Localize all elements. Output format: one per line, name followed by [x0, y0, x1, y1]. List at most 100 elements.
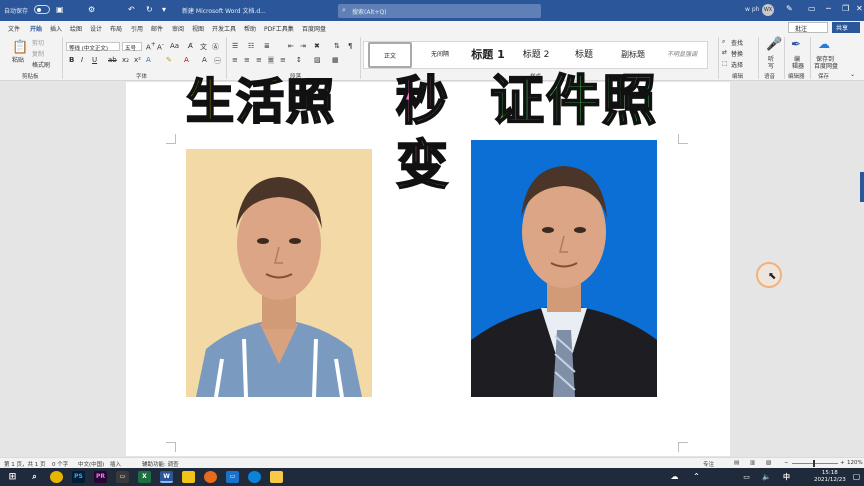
cloud-save-icon[interactable]: ☁: [818, 37, 830, 51]
multilevel-list-icon[interactable]: ≣: [264, 42, 270, 50]
photoshop-icon[interactable]: PS: [72, 471, 85, 483]
style-subtle-emphasis[interactable]: 不明显强调: [660, 42, 704, 68]
tab-layout[interactable]: 布局: [110, 24, 122, 33]
enclose-char-icon[interactable]: ㊀: [214, 56, 221, 66]
text-effects-icon[interactable]: A: [146, 56, 151, 64]
strikethrough-icon[interactable]: ab: [108, 56, 117, 64]
tab-references[interactable]: 引用: [131, 24, 143, 33]
editor-icon[interactable]: ✒: [791, 37, 801, 51]
bold-icon[interactable]: B: [69, 56, 74, 64]
clock[interactable]: 15:18 2021/12/23: [814, 470, 846, 484]
search-box[interactable]: ⌕ 搜索(Alt+Q): [338, 4, 541, 18]
chrome-icon[interactable]: [50, 471, 63, 483]
change-case-icon[interactable]: Aa: [170, 42, 179, 50]
save-icon[interactable]: ▣: [56, 5, 64, 14]
app-icon[interactable]: ▭: [116, 471, 129, 483]
style-title[interactable]: 标题: [562, 42, 606, 68]
close-icon[interactable]: ✕: [856, 4, 863, 13]
numbering-icon[interactable]: ☷: [248, 42, 254, 50]
justify-icon[interactable]: ≡: [268, 56, 274, 64]
ribbon-display-icon[interactable]: ▭: [808, 4, 816, 13]
app-icon[interactable]: ▭: [226, 471, 239, 483]
zoom-slider[interactable]: [792, 463, 838, 464]
redo-icon[interactable]: ↻: [146, 5, 153, 14]
borders-icon[interactable]: ▦: [332, 56, 339, 64]
user-name[interactable]: w ph: [745, 6, 759, 13]
format-painter-button[interactable]: 格式刷: [32, 60, 50, 69]
select-button[interactable]: 选择: [731, 60, 743, 69]
more-icon[interactable]: ▾: [162, 5, 166, 14]
read-mode-icon[interactable]: ▤: [734, 460, 739, 466]
collapse-ribbon-icon[interactable]: ⌄: [850, 71, 855, 78]
paste-button[interactable]: 粘贴: [12, 55, 24, 64]
align-right-icon[interactable]: ≡: [256, 56, 262, 64]
pen-icon[interactable]: ✎: [786, 4, 793, 13]
italic-icon[interactable]: I: [81, 56, 83, 64]
insert-mode[interactable]: 插入: [110, 460, 121, 468]
zoom-level[interactable]: 120%: [847, 460, 863, 466]
char-border-icon[interactable]: Ⓐ: [212, 42, 219, 52]
font-size-select[interactable]: 五号: [122, 42, 142, 52]
minimize-icon[interactable]: ─: [826, 4, 831, 13]
increase-indent-icon[interactable]: ⇥: [300, 42, 306, 50]
notification-icon[interactable]: ▢: [850, 471, 863, 483]
style-no-spacing[interactable]: 无间隔: [418, 42, 462, 68]
shrink-font-icon[interactable]: A-: [157, 42, 164, 51]
autosave-toggle[interactable]: [34, 5, 50, 14]
line-spacing-icon[interactable]: ↕: [296, 56, 302, 64]
shading-icon[interactable]: ▨: [314, 56, 321, 64]
zoom-out-icon[interactable]: −: [784, 460, 789, 466]
tab-review[interactable]: 审阅: [172, 24, 184, 33]
style-subtitle[interactable]: 副标题: [610, 42, 656, 68]
id-photo[interactable]: [471, 140, 657, 397]
share-button[interactable]: 共享: [832, 22, 860, 33]
file-explorer-icon[interactable]: [182, 471, 195, 483]
distributed-icon[interactable]: ≡: [280, 56, 286, 64]
underline-icon[interactable]: U: [92, 56, 97, 64]
tab-mailings[interactable]: 邮件: [151, 24, 163, 33]
show-marks-icon[interactable]: ¶: [348, 42, 352, 50]
style-normal[interactable]: 正文: [368, 42, 412, 68]
tab-developer[interactable]: 开发工具: [212, 24, 236, 33]
tab-baidu-netdisk[interactable]: 百度网盘: [302, 24, 326, 33]
find-icon[interactable]: ⌕: [722, 38, 725, 46]
tab-help[interactable]: 帮助: [244, 24, 256, 33]
bullets-icon[interactable]: ☰: [232, 42, 238, 50]
decrease-indent-icon[interactable]: ⇤: [288, 42, 294, 50]
editor-label-2[interactable]: 辑器: [792, 61, 804, 70]
undo-icon[interactable]: ↶: [128, 5, 135, 14]
copy-button[interactable]: 复制: [32, 49, 44, 58]
replace-icon[interactable]: ⇄: [722, 49, 727, 56]
find-button[interactable]: 查找: [731, 38, 743, 47]
casual-photo[interactable]: [186, 149, 372, 397]
grow-font-icon[interactable]: A+: [146, 42, 156, 51]
language[interactable]: 中文(中国): [78, 460, 104, 468]
avatar[interactable]: WX: [762, 4, 774, 16]
align-center-icon[interactable]: ≡: [244, 56, 250, 64]
zoom-slider-thumb[interactable]: [813, 460, 815, 467]
dictate-label-2[interactable]: 写: [768, 61, 774, 70]
phonetic-guide-icon[interactable]: 文: [200, 42, 207, 52]
microphone-icon[interactable]: 🎤: [766, 37, 782, 52]
clear-format-icon[interactable]: A̸: [188, 42, 193, 50]
maximize-icon[interactable]: ❐: [842, 4, 849, 13]
align-left-icon[interactable]: ≡: [232, 56, 238, 64]
excel-icon[interactable]: X: [138, 471, 151, 483]
replace-button[interactable]: 替换: [731, 49, 743, 58]
subscript-icon[interactable]: x₂: [122, 56, 129, 64]
network-icon[interactable]: ▭: [740, 471, 753, 483]
chinese-layout-icon[interactable]: ✖: [314, 42, 320, 50]
style-heading-2[interactable]: 标题 2: [514, 42, 558, 68]
font-color-icon[interactable]: A: [184, 56, 189, 64]
tab-view[interactable]: 视图: [192, 24, 204, 33]
scrollbar-thumb[interactable]: [860, 172, 864, 202]
tab-draw[interactable]: 绘图: [70, 24, 82, 33]
accessibility-status[interactable]: 辅助功能: 调查: [142, 460, 179, 468]
premiere-icon[interactable]: PR: [94, 471, 107, 483]
cut-button[interactable]: 剪切: [32, 38, 44, 47]
folder-icon[interactable]: [270, 471, 283, 483]
edge-icon[interactable]: [248, 471, 261, 483]
app-icon[interactable]: [204, 471, 217, 483]
customize-icon[interactable]: ⚙: [88, 5, 95, 14]
font-name-select[interactable]: 等线 (中文正文): [66, 42, 120, 52]
